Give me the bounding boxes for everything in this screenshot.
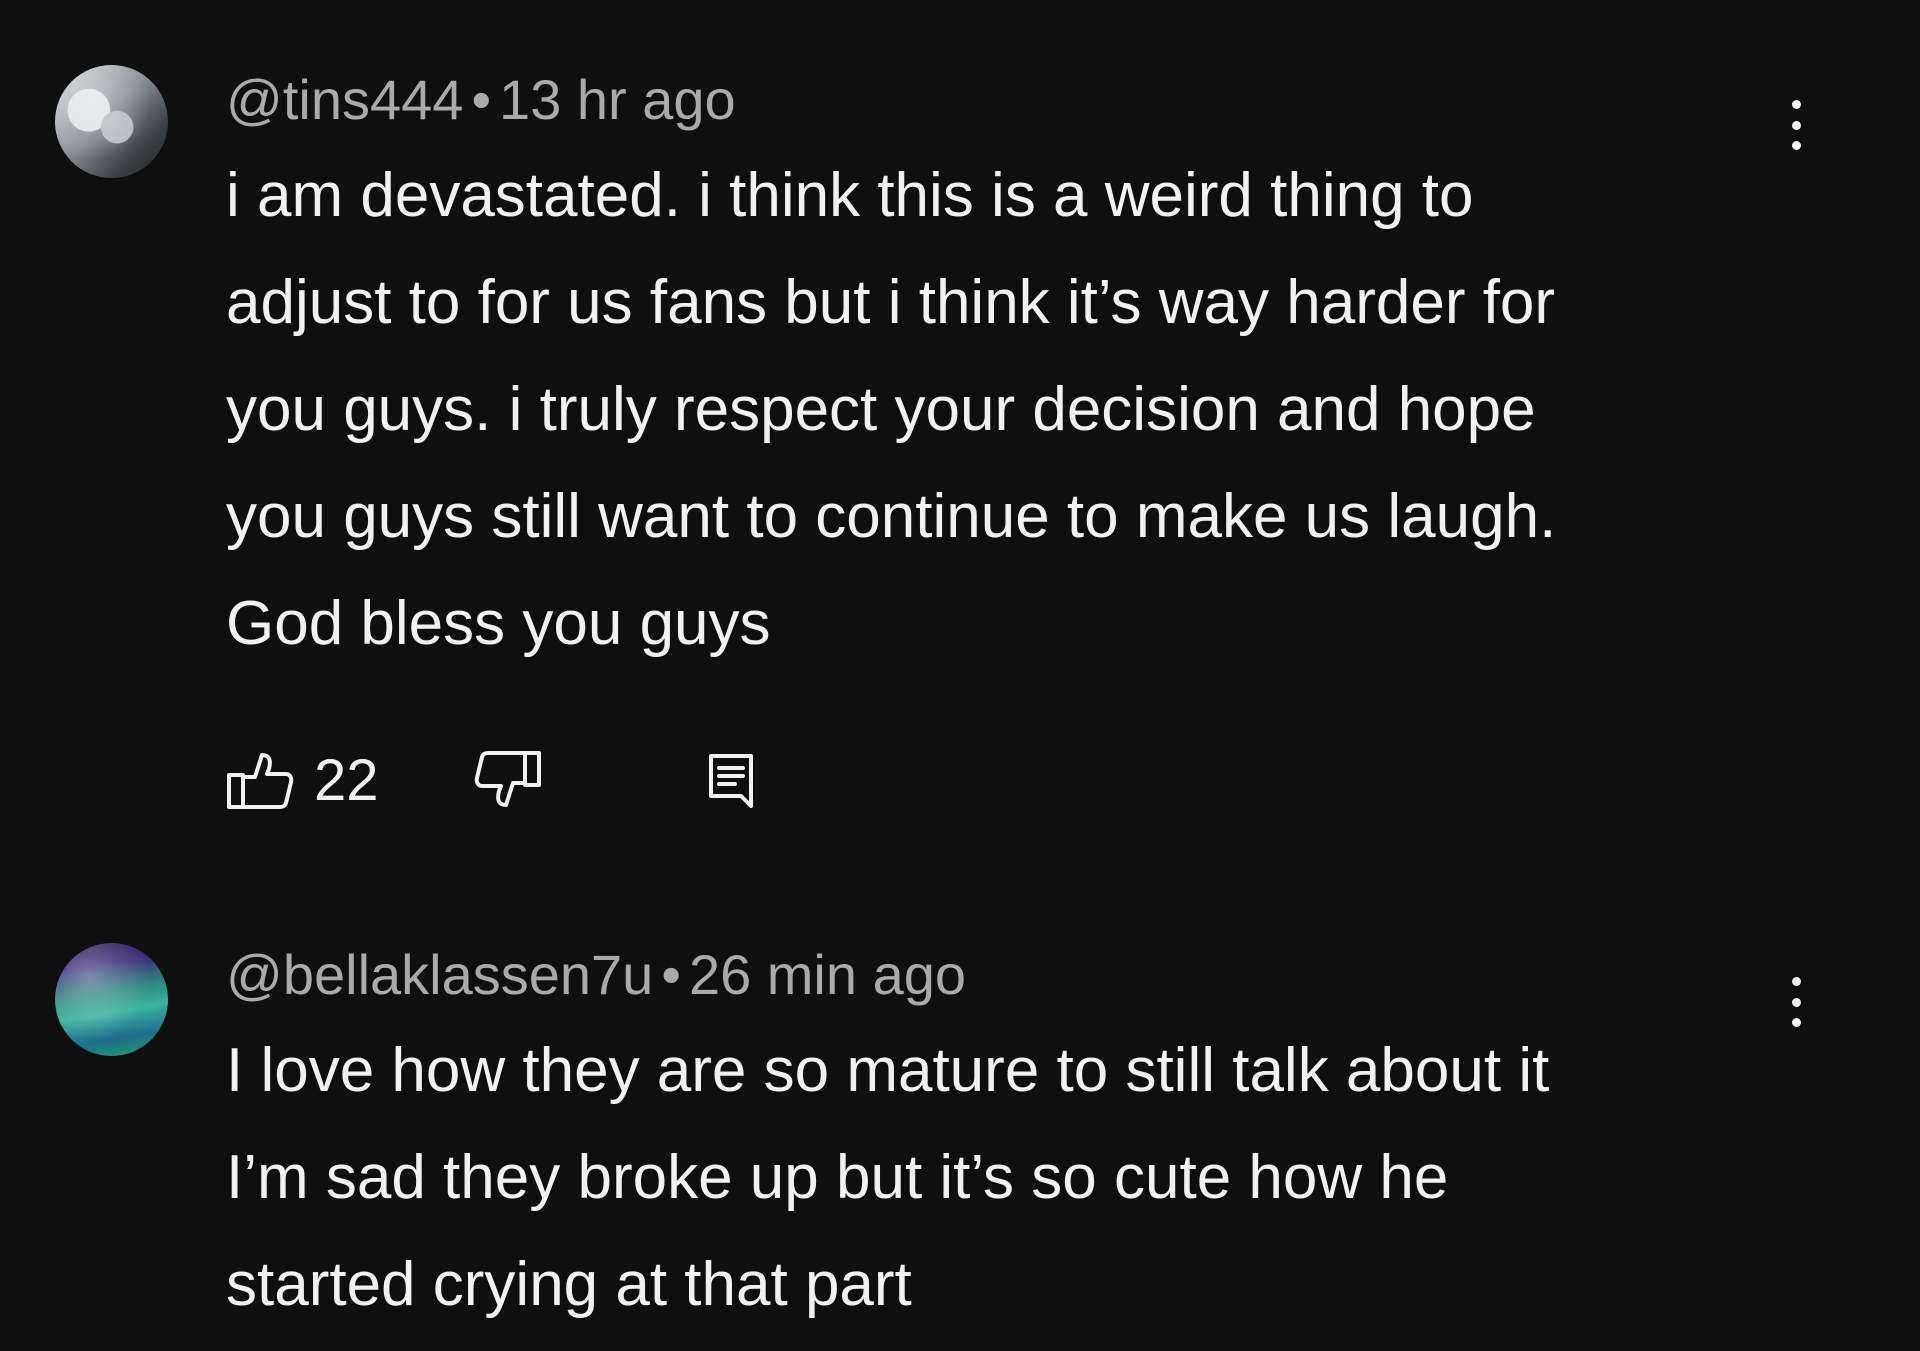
more-dot bbox=[1791, 141, 1801, 150]
more-vertical-icon[interactable] bbox=[1782, 80, 1810, 170]
comment-text-line: i am devastated. i think this is a weird… bbox=[226, 161, 1474, 230]
username[interactable]: @tins444 bbox=[226, 68, 463, 131]
avatar[interactable] bbox=[55, 943, 168, 1056]
comment-text: I love how they are so mature to still t… bbox=[226, 1017, 1786, 1338]
comment-text-line: you guys. i truly respect your decision … bbox=[226, 375, 1536, 444]
like-count: 22 bbox=[314, 747, 379, 813]
avatar[interactable] bbox=[55, 65, 168, 178]
avatar-highlight bbox=[55, 65, 168, 178]
more-dot bbox=[1791, 100, 1801, 109]
comment-meta: @bellaklassen7u • 26 min ago bbox=[226, 935, 1786, 1015]
more-dot bbox=[1791, 120, 1801, 130]
comment-text-line: I’m sad they broke up but it’s so cute h… bbox=[226, 1143, 1449, 1212]
comment-text-line: started crying at that part bbox=[226, 1250, 912, 1319]
timestamp[interactable]: 26 min ago bbox=[689, 943, 966, 1006]
comment-body: @tins444 • 13 hr ago i am devastated. i th… bbox=[226, 60, 1786, 677]
timestamp[interactable]: 13 hr ago bbox=[499, 68, 736, 131]
avatar-highlight bbox=[55, 943, 168, 1056]
more-dot bbox=[1791, 977, 1801, 986]
comment-text-line: you guys still want to continue to make … bbox=[226, 482, 1557, 551]
comment-actions: 22 bbox=[226, 740, 755, 820]
more-vertical-icon[interactable] bbox=[1782, 957, 1810, 1047]
comment-body: @bellaklassen7u • 26 min ago I love how th… bbox=[226, 935, 1786, 1338]
reply-icon bbox=[708, 754, 753, 808]
username[interactable]: @bellaklassen7u bbox=[226, 943, 653, 1006]
meta-separator: • bbox=[661, 943, 681, 1006]
dislike-button[interactable] bbox=[474, 749, 542, 811]
comment-text: i am devastated. i think this is a weird… bbox=[226, 142, 1786, 677]
more-dot bbox=[1791, 1018, 1801, 1027]
comment-text-line: adjust to for us fans but i think it’s w… bbox=[226, 268, 1556, 337]
comment-text-line: God bless you guys bbox=[226, 589, 771, 658]
reply-button[interactable] bbox=[707, 752, 755, 808]
thumbs-up-icon bbox=[227, 753, 294, 809]
more-dot bbox=[1791, 997, 1801, 1007]
comment-text-line: I love how they are so mature to still t… bbox=[226, 1036, 1550, 1105]
like-button[interactable]: 22 bbox=[226, 747, 379, 814]
comment-meta: @tins444 • 13 hr ago bbox=[226, 60, 1786, 140]
meta-separator: • bbox=[471, 68, 492, 131]
thumbs-down-icon bbox=[474, 751, 541, 807]
